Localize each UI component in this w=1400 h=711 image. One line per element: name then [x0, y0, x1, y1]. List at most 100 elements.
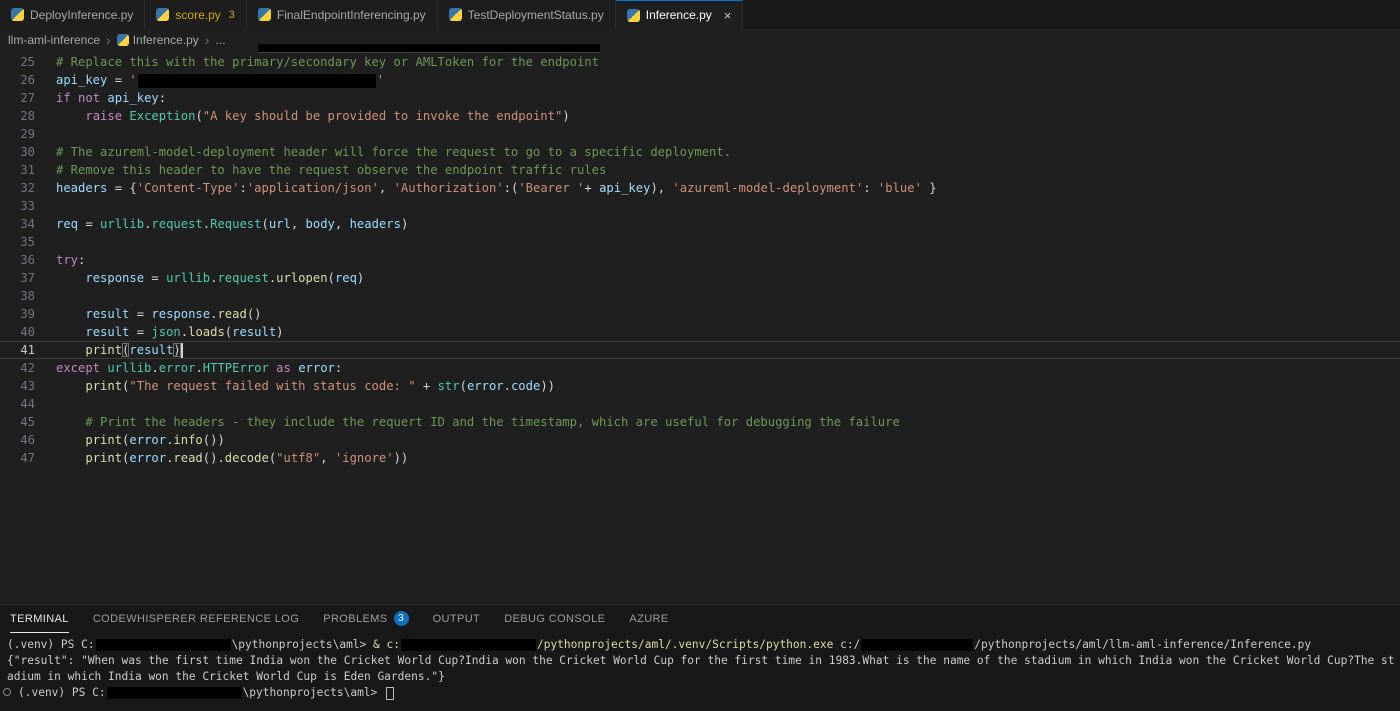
line-number: 43: [20, 379, 35, 393]
terminal-line: {"result": "When was the first time Indi…: [7, 653, 1400, 685]
code-token: as: [276, 361, 291, 375]
chevron-right-icon: ›: [106, 32, 111, 48]
breadcrumb-item[interactable]: Inference.py: [133, 33, 199, 47]
code-token: 'blue': [877, 181, 922, 195]
terminal-text: & c:: [373, 638, 400, 651]
code-line: 39 result = response.read(): [0, 305, 1400, 323]
terminal-text: c:/: [833, 638, 861, 651]
code-line: 46 print(error.info()): [0, 431, 1400, 449]
code-text: # Remove this header to have the request…: [46, 161, 1400, 179]
panel-tab-debug-console[interactable]: DEBUG CONSOLE: [504, 605, 605, 633]
code-token: result: [85, 307, 130, 321]
line-number: 40: [20, 325, 35, 339]
code-token: except: [56, 361, 101, 375]
line-number: 46: [20, 433, 35, 447]
panel-tab-codewhisperer-reference-log[interactable]: CODEWHISPERER REFERENCE LOG: [93, 605, 299, 633]
code-token: read: [217, 307, 247, 321]
close-icon[interactable]: ×: [724, 9, 732, 22]
code-token: req: [56, 217, 79, 231]
code-token: "The request failed with status code: ": [129, 379, 416, 393]
code-token: ': [376, 73, 385, 87]
panel-tab-label: AZURE: [629, 612, 669, 625]
terminal-output[interactable]: (.venv) PS C: \pythonprojects\aml> & c: /p…: [0, 633, 1400, 701]
line-number: 28: [20, 109, 35, 123]
panel-tab-problems[interactable]: PROBLEMS 3: [323, 605, 409, 633]
panel-tab-output[interactable]: OUTPUT: [433, 605, 481, 633]
code-token: =: [129, 325, 152, 339]
code-line: 27 if not api_key:: [0, 89, 1400, 107]
code-token: urllib: [100, 217, 145, 231]
terminal-text: \pythonprojects\aml>: [231, 638, 374, 651]
code-line: 31 # Remove this header to have the reque…: [0, 161, 1400, 179]
code-token: ),: [650, 181, 673, 195]
code-token: result: [232, 325, 277, 339]
code-line: 28 raise Exception("A key should be prov…: [0, 107, 1400, 125]
line-number: 44: [20, 397, 35, 411]
panel-tab-azure[interactable]: AZURE: [629, 605, 668, 633]
code-token: result: [85, 325, 130, 339]
code-token: url: [268, 217, 291, 231]
editor-tab-inference-py[interactable]: Inference.py ×: [615, 0, 744, 29]
editor-tab-finalendpointinferencing-py[interactable]: FinalEndpointInferencing.py: [246, 0, 438, 29]
code-text: print(error.read().decode("utf8", 'ignor…: [46, 449, 1400, 467]
code-token: raise: [85, 109, 123, 123]
code-token: ()): [202, 433, 225, 447]
code-token: loads: [188, 325, 225, 339]
code-token: ): [562, 109, 570, 123]
code-token: .: [180, 325, 189, 339]
code-token: = {: [107, 181, 137, 195]
code-line: 33: [0, 197, 1400, 215]
code-token: # Replace this with the primary/secondar…: [56, 55, 599, 69]
code-editor[interactable]: 25 # Replace this with the primary/second…: [0, 51, 1400, 604]
code-line: 29: [0, 125, 1400, 143]
code-token: ,: [320, 451, 335, 465]
panel-tab-terminal[interactable]: TERMINAL: [10, 605, 69, 633]
code-token: :: [863, 181, 878, 195]
python-file-icon: [116, 34, 129, 46]
code-token: req: [334, 271, 357, 285]
code-token: 'Authorization': [393, 181, 504, 195]
code-token: headers: [349, 217, 401, 231]
breadcrumb: llm-aml-inference › Inference.py ›...: [0, 29, 1400, 51]
redaction-overlay: [106, 687, 242, 699]
code-token: ): [400, 217, 409, 231]
code-line: 34 req = urllib.request.Request(url, body…: [0, 215, 1400, 233]
editor-tab-deployinference-py[interactable]: DeployInference.py: [0, 0, 146, 29]
code-token: =: [78, 217, 101, 231]
line-number: 26: [20, 73, 35, 87]
python-file-icon: [156, 8, 170, 21]
editor-tab-testdeploymentstatus-py[interactable]: TestDeploymentStatus.py: [437, 0, 616, 29]
line-number: 34: [20, 217, 35, 231]
line-number: 27: [20, 91, 35, 105]
code-text: if not api_key:: [46, 89, 1400, 107]
line-number: 39: [20, 307, 35, 321]
breadcrumb-item[interactable]: llm-aml-inference: [8, 33, 100, 47]
code-token: api_key: [599, 181, 651, 195]
code-token: (: [261, 217, 269, 231]
panel-tab-bar: TERMINAL CODEWHISPERER REFERENCE LOG PROBL…: [0, 605, 1400, 633]
redaction-overlay: [400, 639, 536, 651]
code-token: :(: [503, 181, 519, 195]
line-number: 42: [20, 361, 35, 375]
editor-tab-score-py[interactable]: score.py 3: [145, 0, 247, 29]
panel-tab-label: OUTPUT: [432, 612, 481, 625]
line-number: 36: [20, 253, 35, 267]
code-token: print: [85, 379, 123, 393]
panel-tab-label: DEBUG CONSOLE: [504, 612, 606, 625]
terminal-text: /pythonprojects/aml/llm-aml-inference/In…: [974, 638, 1312, 651]
line-number: 35: [20, 235, 35, 249]
code-line: 42 except urllib.error.HTTPError as error…: [0, 359, 1400, 377]
code-line: 25 # Replace this with the primary/second…: [0, 53, 1400, 71]
code-text: req = urllib.request.Request(url, body, …: [46, 215, 1400, 233]
code-line: 40 result = json.loads(result): [0, 323, 1400, 341]
code-token: ().: [202, 451, 225, 465]
code-token: +: [415, 379, 438, 393]
breadcrumb-item[interactable]: ...: [215, 33, 225, 47]
text-cursor: [180, 343, 183, 358]
code-text: headers = {'Content-Type':'application/j…: [46, 179, 1400, 197]
code-line: 44: [0, 395, 1400, 413]
redaction-overlay: [861, 639, 974, 651]
